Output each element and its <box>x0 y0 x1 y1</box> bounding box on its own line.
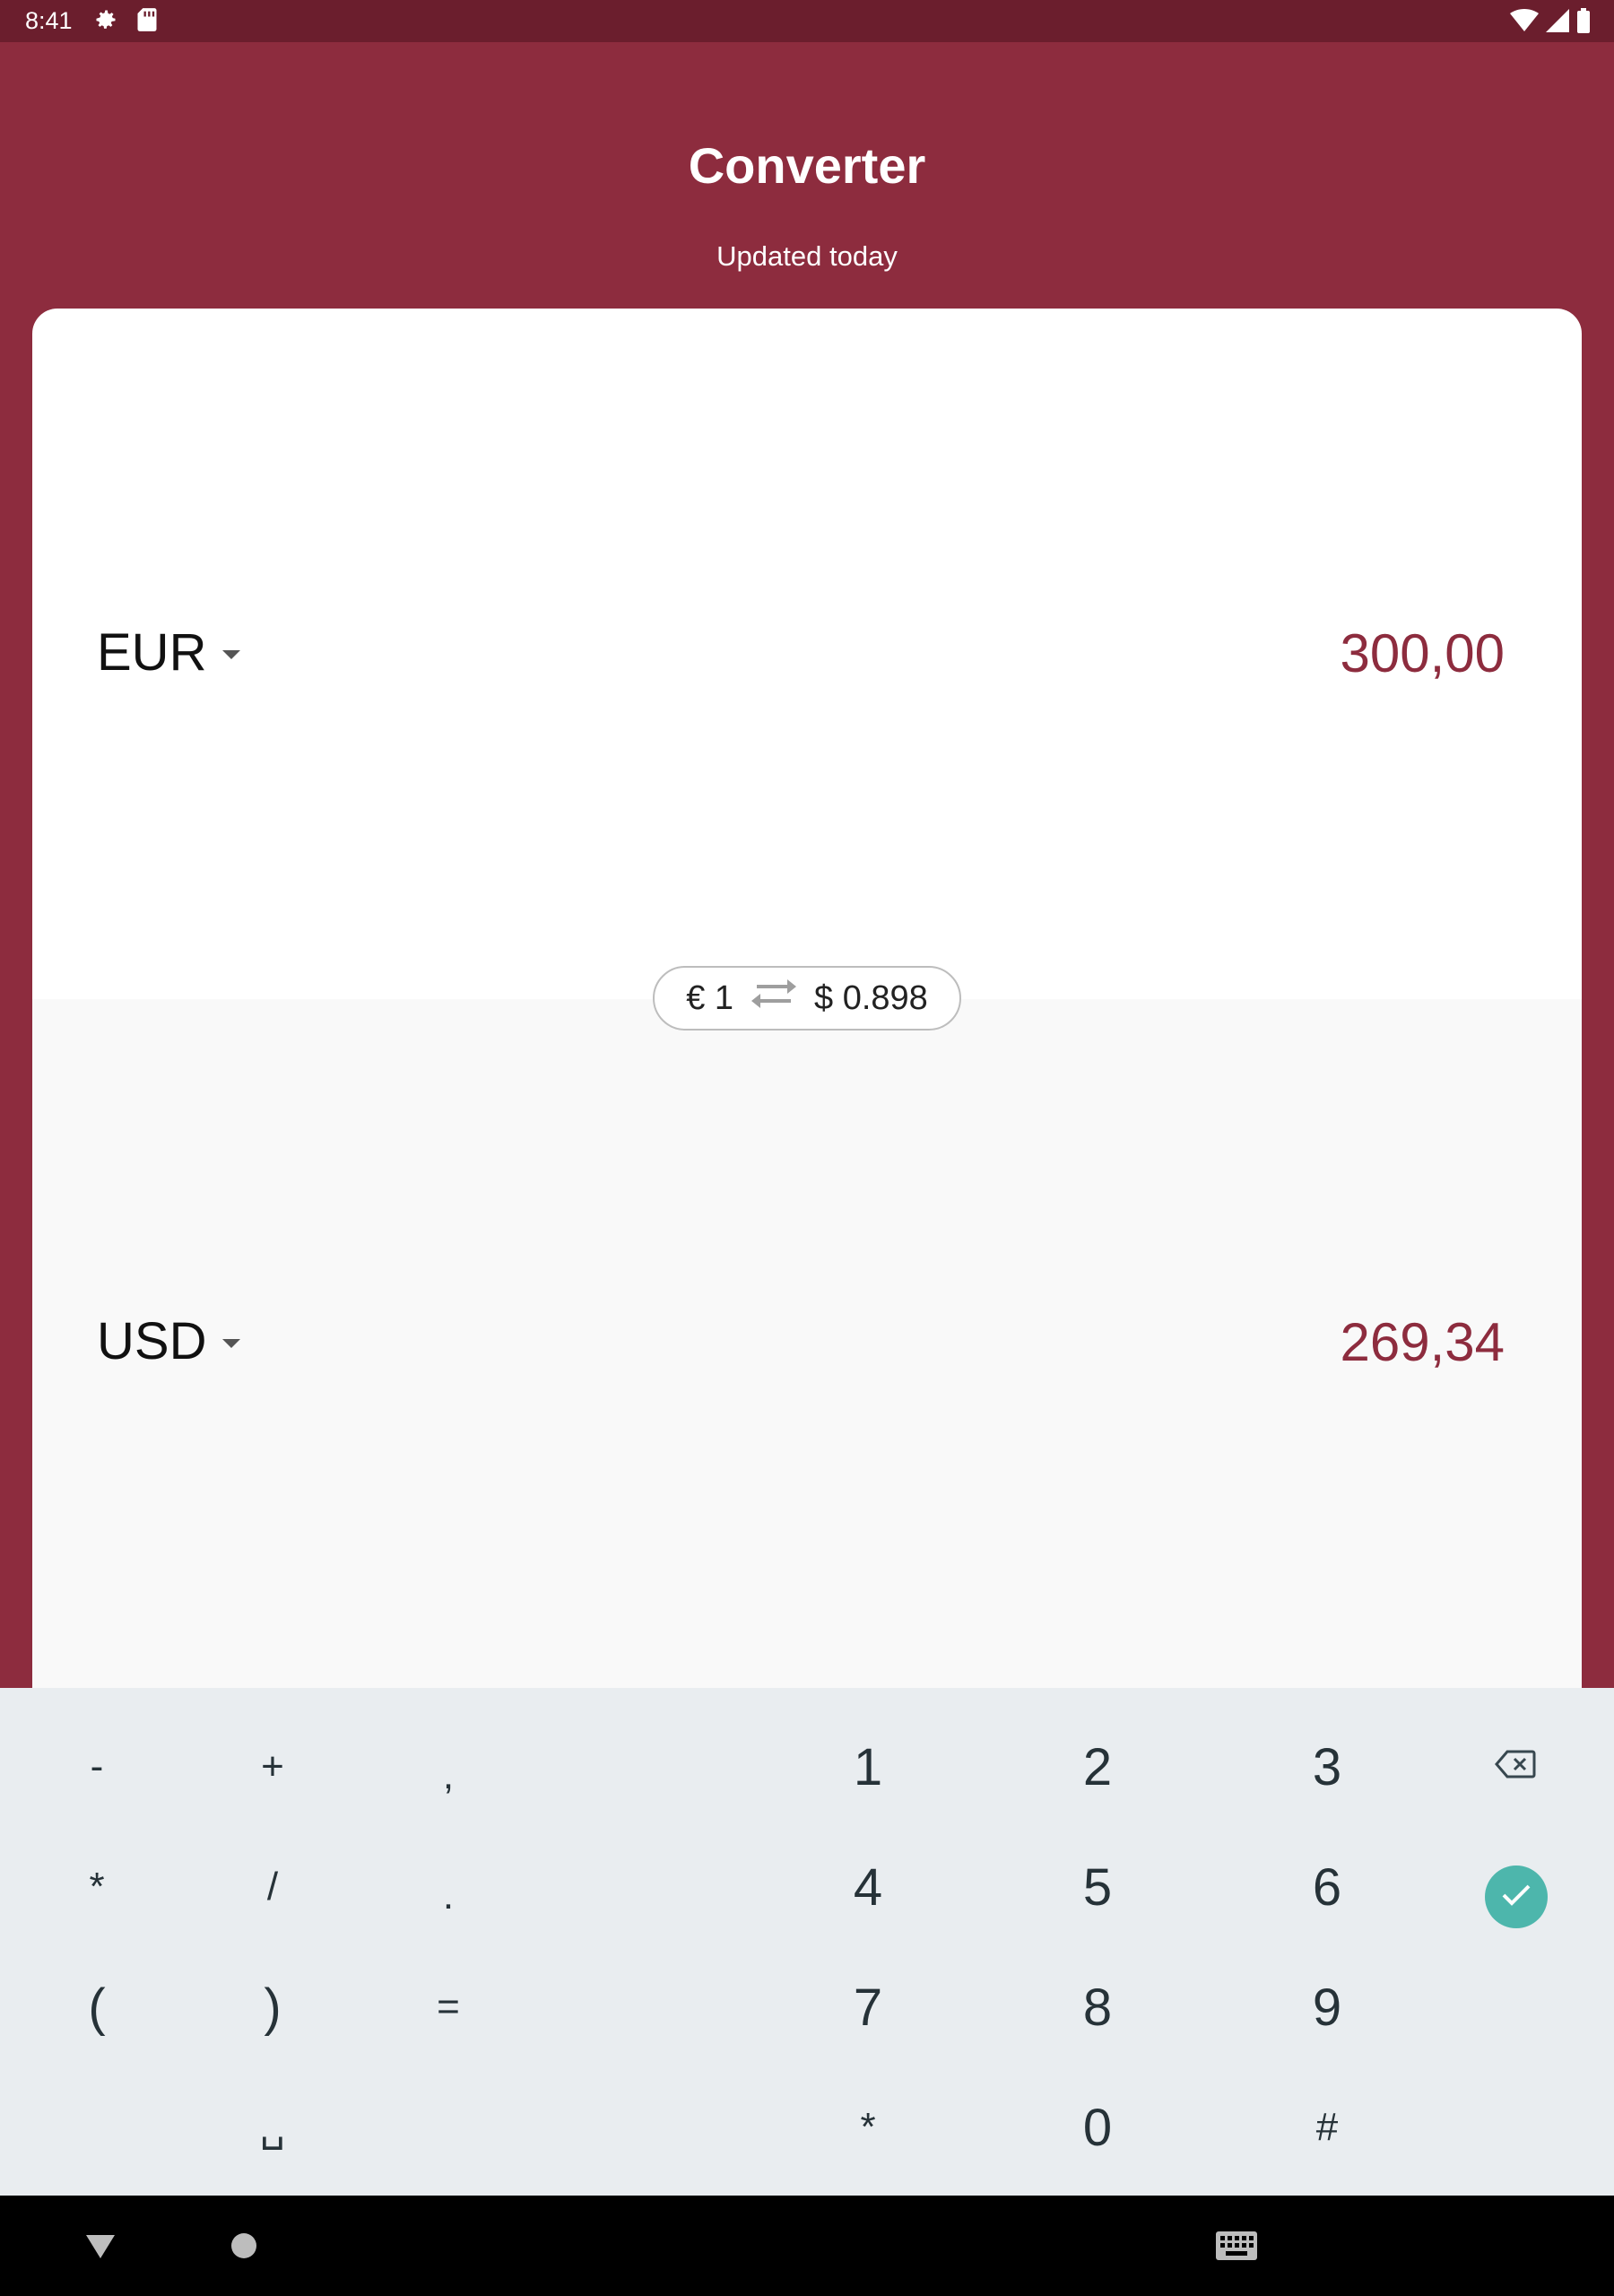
key-space[interactable]: ␣ <box>192 2074 353 2181</box>
chevron-down-icon <box>222 649 241 659</box>
keyboard-icon[interactable] <box>1216 2231 1257 2265</box>
key-open-paren[interactable]: ( <box>16 1953 178 2061</box>
key-period[interactable]: . <box>368 1842 529 1950</box>
key-8[interactable]: 8 <box>1017 1953 1178 2061</box>
key-3[interactable]: 3 <box>1246 1713 1408 1821</box>
key-star[interactable]: * <box>787 2074 949 2181</box>
exchange-rate-swap-button[interactable]: € 1 $ 0.898 <box>653 966 961 1031</box>
battery-icon <box>1576 8 1591 38</box>
key-plus[interactable]: + <box>192 1713 353 1821</box>
confirm-button[interactable] <box>1485 1866 1548 1928</box>
status-left-icons <box>93 7 158 37</box>
key-divide[interactable]: / <box>192 1833 353 1941</box>
home-icon[interactable] <box>231 2233 256 2258</box>
key-6[interactable]: 6 <box>1246 1833 1408 1941</box>
from-currency-code: EUR <box>97 623 207 682</box>
gear-icon <box>93 7 118 37</box>
page-title: Converter <box>688 137 926 194</box>
key-0[interactable]: 0 <box>1017 2074 1178 2181</box>
signal-icon <box>1546 9 1569 37</box>
key-multiply[interactable]: * <box>16 1833 178 1941</box>
converter-card: EUR 300,00 USD 269,34 € 1 $ 0.898 <box>32 309 1582 1690</box>
key-9[interactable]: 9 <box>1246 1953 1408 2061</box>
key-hash[interactable]: # <box>1246 2074 1408 2181</box>
back-icon[interactable] <box>84 2233 117 2265</box>
status-time: 8:41 <box>25 7 73 34</box>
key-equals[interactable]: = <box>368 1953 529 2061</box>
check-icon <box>1500 1883 1532 1912</box>
updated-subtitle: Updated today <box>716 240 898 272</box>
to-amount[interactable]: 269,34 <box>1340 1311 1505 1373</box>
key-comma[interactable]: , <box>368 1722 529 1830</box>
rate-to: $ 0.898 <box>814 978 928 1017</box>
key-minus[interactable]: - <box>16 1713 178 1821</box>
backspace-button[interactable] <box>1435 1713 1596 1821</box>
key-2[interactable]: 2 <box>1017 1713 1178 1821</box>
screen: 8:41 Converter Updated today EUR 300,00 … <box>0 0 1614 2296</box>
key-1[interactable]: 1 <box>787 1713 949 1821</box>
swap-arrows-icon <box>750 976 798 1021</box>
status-right-icons <box>1510 8 1591 38</box>
to-section: USD 269,34 <box>32 999 1582 1690</box>
key-4[interactable]: 4 <box>787 1833 949 1941</box>
to-currency-selector[interactable]: USD <box>97 1311 241 1371</box>
to-currency-code: USD <box>97 1312 207 1370</box>
key-5[interactable]: 5 <box>1017 1833 1178 1941</box>
backspace-icon <box>1495 1744 1536 1789</box>
wifi-icon <box>1510 9 1539 37</box>
from-amount[interactable]: 300,00 <box>1340 622 1505 684</box>
rate-from: € 1 <box>686 978 734 1017</box>
key-close-paren[interactable]: ) <box>192 1953 353 2061</box>
sd-card-icon <box>136 7 158 37</box>
from-currency-selector[interactable]: EUR <box>97 622 241 683</box>
chevron-down-icon <box>222 1338 241 1348</box>
key-7[interactable]: 7 <box>787 1953 949 2061</box>
status-bar: 8:41 <box>0 0 1614 42</box>
